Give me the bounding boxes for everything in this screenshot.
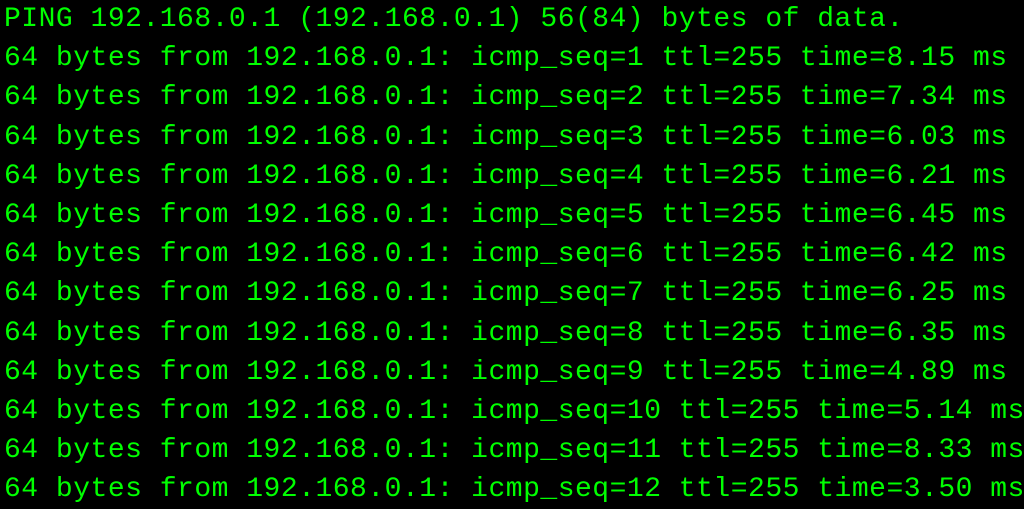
ping-reply: 64 bytes from 192.168.0.1: icmp_seq=4 tt…: [4, 157, 1020, 196]
ping-reply: 64 bytes from 192.168.0.1: icmp_seq=11 t…: [4, 431, 1020, 470]
ping-reply: 64 bytes from 192.168.0.1: icmp_seq=8 tt…: [4, 314, 1020, 353]
ping-reply: 64 bytes from 192.168.0.1: icmp_seq=7 tt…: [4, 274, 1020, 313]
ping-header: PING 192.168.0.1 (192.168.0.1) 56(84) by…: [4, 0, 1020, 39]
ping-reply: 64 bytes from 192.168.0.1: icmp_seq=9 tt…: [4, 353, 1020, 392]
ping-reply: 64 bytes from 192.168.0.1: icmp_seq=12 t…: [4, 470, 1020, 509]
ping-reply: 64 bytes from 192.168.0.1: icmp_seq=3 tt…: [4, 118, 1020, 157]
ping-reply: 64 bytes from 192.168.0.1: icmp_seq=6 tt…: [4, 235, 1020, 274]
terminal-output: PING 192.168.0.1 (192.168.0.1) 56(84) by…: [4, 0, 1020, 509]
ping-reply: 64 bytes from 192.168.0.1: icmp_seq=10 t…: [4, 392, 1020, 431]
ping-reply: 64 bytes from 192.168.0.1: icmp_seq=5 tt…: [4, 196, 1020, 235]
ping-reply: 64 bytes from 192.168.0.1: icmp_seq=2 tt…: [4, 78, 1020, 117]
ping-reply: 64 bytes from 192.168.0.1: icmp_seq=1 tt…: [4, 39, 1020, 78]
